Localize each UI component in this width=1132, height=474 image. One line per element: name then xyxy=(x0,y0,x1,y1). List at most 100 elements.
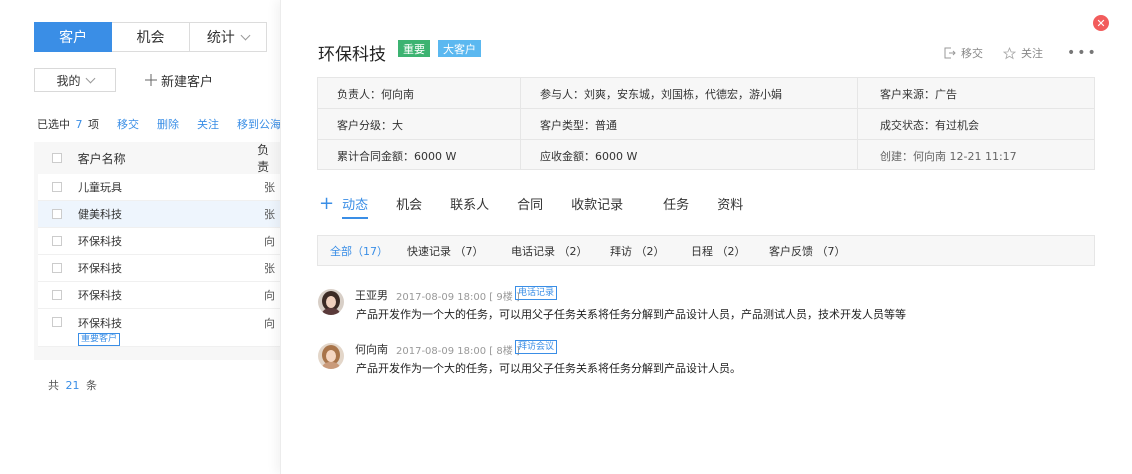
customer-name[interactable]: 健美科技 xyxy=(78,206,264,222)
tab-contracts[interactable]: 合同 xyxy=(517,194,543,213)
row-checkbox[interactable] xyxy=(52,290,62,300)
info-level: 客户分级：大 xyxy=(337,118,403,132)
customer-list: 客户名称 负责 儿童玩具 张 健美科技 张 环保科技 向 环保科技 张 环保科技… xyxy=(34,142,280,360)
info-deal-status: 成交状态：有过机会 xyxy=(880,118,979,132)
follow-button[interactable]: 关注 xyxy=(1003,45,1043,61)
filter-visit[interactable]: 拜访 （2） xyxy=(610,243,665,259)
chevron-down-icon xyxy=(240,30,251,40)
column-header-owner: 负责 xyxy=(257,143,270,174)
selection-prefix: 已选中 xyxy=(37,118,70,131)
selection-bar: 已选中 7 项 移交 删除 关注 移到公海 xyxy=(37,116,281,132)
customer-name[interactable]: 环保科技 xyxy=(78,233,264,249)
select-all-checkbox[interactable] xyxy=(52,153,62,163)
move-to-pool-link[interactable]: 移到公海 xyxy=(237,116,281,132)
customer-name[interactable]: 儿童玩具 xyxy=(78,179,264,195)
info-owner: 负责人：何向南 xyxy=(337,87,414,101)
filter-all[interactable]: 全部（17） xyxy=(330,243,388,259)
feed-meta: 2017-08-09 18:00 [ 9楼 ] xyxy=(396,292,520,303)
feed-author[interactable]: 何向南 xyxy=(355,341,388,357)
feed-text: 产品开发作为一个大的任务，可以用父子任务关系将任务分解到产品设计人员，产品测试人… xyxy=(356,308,906,321)
tab-opportunities[interactable]: 机会 xyxy=(112,22,190,52)
customer-title: 环保科技 xyxy=(318,45,386,65)
tab-payments[interactable]: 收款记录 xyxy=(571,194,623,213)
filter-schedule[interactable]: 日程 （2） xyxy=(691,243,746,259)
important-customer-tag: 重要客户 xyxy=(78,333,121,346)
transfer-label: 移交 xyxy=(961,47,983,60)
important-badge: 重要 xyxy=(398,40,430,57)
customer-owner: 张 xyxy=(264,262,275,275)
info-created: 创建：何向南 12-21 11:17 xyxy=(880,149,1017,163)
selection-number: 7 xyxy=(75,118,83,131)
total-count: 21 xyxy=(65,379,80,392)
detail-tabs: + 动态 机会 联系人 合同 收款记录 任务 资料 xyxy=(318,190,771,219)
filter-call-record[interactable]: 电话记录 （2） xyxy=(511,243,588,259)
table-row[interactable]: 环保科技 张 xyxy=(38,255,280,282)
feed-text: 产品开发作为一个大的任务，可以用父子任务关系将任务分解到产品设计人员。 xyxy=(356,362,741,375)
feed-author[interactable]: 王亚男 xyxy=(355,287,388,303)
tab-statistics[interactable]: 统计 xyxy=(189,22,267,52)
list-header: 客户名称 负责 xyxy=(34,142,280,174)
tab-tasks[interactable]: 任务 xyxy=(663,194,689,213)
filter-feedback[interactable]: 客户反馈 （7） xyxy=(769,243,846,259)
table-row[interactable]: 儿童玩具 张 xyxy=(38,174,280,201)
big-customer-badge: 大客户 xyxy=(438,40,481,57)
tab-contacts[interactable]: 联系人 xyxy=(450,194,489,213)
new-customer-button[interactable]: 新建客户 xyxy=(145,70,213,90)
table-row[interactable]: 环保科技 重要客户 向 xyxy=(38,309,280,347)
row-checkbox[interactable] xyxy=(52,263,62,273)
transfer-button[interactable]: 移交 xyxy=(944,45,983,61)
total-suffix: 条 xyxy=(86,379,97,392)
column-header-name: 客户名称 xyxy=(77,151,126,166)
module-tabs: 客户 机会 统计 xyxy=(34,22,267,52)
table-row[interactable]: 环保科技 向 xyxy=(38,228,280,255)
table-row[interactable]: 健美科技 张 xyxy=(38,201,280,228)
tab-files[interactable]: 资料 xyxy=(717,194,743,213)
chevron-down-icon xyxy=(85,73,95,83)
owner-filter-label: 我的 xyxy=(56,73,81,88)
tab-activity[interactable]: 动态 xyxy=(342,194,369,219)
tab-customers[interactable]: 客户 xyxy=(34,22,113,52)
customer-owner: 张 xyxy=(264,208,275,221)
customer-name[interactable]: 环保科技 xyxy=(78,317,122,330)
owner-filter-dropdown[interactable]: 我的 xyxy=(34,68,116,92)
feed-type-tag: 拜访会议 xyxy=(515,340,558,354)
tab-opportunity[interactable]: 机会 xyxy=(396,194,422,213)
row-checkbox[interactable] xyxy=(52,182,62,192)
info-type: 客户类型：普通 xyxy=(540,118,617,132)
row-checkbox[interactable] xyxy=(52,236,62,246)
list-total: 共 21 条 xyxy=(48,377,97,393)
info-receivable-amount: 应收金额：6000 W xyxy=(540,149,638,163)
row-checkbox[interactable] xyxy=(52,317,62,327)
customer-name[interactable]: 环保科技 xyxy=(78,287,264,303)
info-contract-amount: 累计合同金额：6000 W xyxy=(337,149,457,163)
avatar xyxy=(318,289,344,315)
plus-icon xyxy=(145,74,157,86)
customer-owner: 向 xyxy=(264,235,275,248)
add-icon[interactable]: + xyxy=(319,193,334,214)
delete-selected-link[interactable]: 删除 xyxy=(157,116,179,132)
detail-actions: 移交 关注 ••• xyxy=(944,45,1098,61)
activity-filter-bar: 全部（17） 快速记录 （7） 电话记录 （2） 拜访 （2） 日程 （2） 客… xyxy=(317,235,1095,266)
transfer-icon xyxy=(944,47,956,59)
selection-count: 已选中 7 项 xyxy=(37,116,99,132)
table-row[interactable]: 环保科技 向 xyxy=(38,282,280,309)
close-icon[interactable]: ✕ xyxy=(1093,15,1109,31)
filter-quick-note[interactable]: 快速记录 （7） xyxy=(407,243,484,259)
feed-type-tag: 电话记录 xyxy=(515,286,558,300)
selection-suffix: 项 xyxy=(88,118,99,131)
feed-meta: 2017-08-09 18:00 [ 8楼 ] xyxy=(396,346,520,357)
customer-name-cell: 环保科技 重要客户 xyxy=(78,315,264,346)
customer-owner: 向 xyxy=(264,289,275,302)
customer-owner: 向 xyxy=(264,317,275,330)
new-customer-label: 新建客户 xyxy=(161,74,214,90)
more-icon[interactable]: ••• xyxy=(1067,45,1098,61)
star-icon xyxy=(1003,46,1016,59)
tab-statistics-label: 统计 xyxy=(206,30,235,46)
row-checkbox[interactable] xyxy=(52,209,62,219)
transfer-selected-link[interactable]: 移交 xyxy=(117,116,139,132)
follow-selected-link[interactable]: 关注 xyxy=(197,116,219,132)
follow-label: 关注 xyxy=(1021,47,1043,60)
customer-owner: 张 xyxy=(264,181,275,194)
avatar xyxy=(318,343,344,369)
customer-name[interactable]: 环保科技 xyxy=(78,260,264,276)
